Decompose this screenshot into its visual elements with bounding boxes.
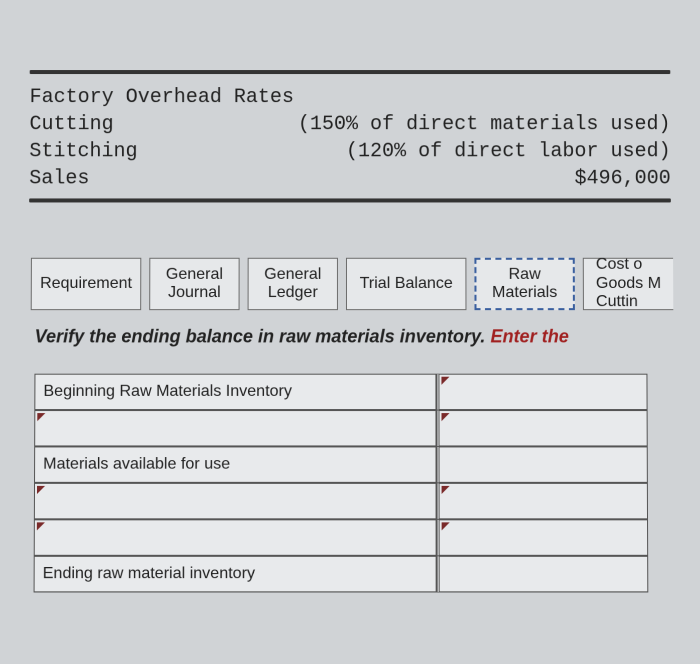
overhead-value: $496,000 [574,165,670,192]
tab-label: Goods M [596,275,661,294]
table-row: Materials available for use [34,446,658,482]
amount-cell[interactable] [437,519,649,555]
overhead-label: Cutting [29,111,113,138]
divider-bottom [29,198,671,202]
overhead-label: Sales [29,165,89,192]
tab-raw-materials[interactable]: Raw Materials [474,258,574,310]
tab-label: Ledger [264,284,321,303]
table-row [34,519,659,555]
input-cell[interactable] [34,483,437,519]
tab-label: Raw [492,265,557,284]
table-row [34,410,658,446]
table-row: Beginning Raw Materials Inventory [34,374,657,410]
row-label-available: Materials available for use [34,446,437,482]
tab-label: General [166,265,223,284]
tab-label: Materials [492,284,557,303]
input-cell[interactable] [34,410,436,446]
tab-bar: Requirement General Journal General Ledg… [29,258,700,310]
tab-cost-of-goods[interactable]: Cost o Goods M Cuttin [583,258,674,310]
overhead-label: Stitching [29,138,137,165]
overhead-title: Factory Overhead Rates [30,84,294,111]
tab-label: Requirement [40,275,132,294]
instruction-enter: Enter the [490,326,568,346]
amount-cell[interactable] [437,483,648,519]
input-cell[interactable] [34,519,437,555]
tab-label: Cost o [596,256,661,275]
amount-cell[interactable] [437,446,648,482]
tab-label: Cuttin [596,293,661,312]
row-label-ending: Ending raw material inventory [34,556,437,593]
overhead-row-sales: Sales $496,000 [29,165,671,192]
tab-requirement[interactable]: Requirement [31,258,142,310]
divider-top [30,70,671,74]
tab-general-journal[interactable]: General Journal [149,258,239,310]
table-row [34,483,658,519]
instruction-text: Verify the ending balance in raw materia… [35,326,700,347]
overhead-row-stitching: Stitching (120% of direct labor used) [29,138,670,165]
table-row: Ending raw material inventory [34,556,659,593]
amount-cell[interactable] [436,410,647,446]
tab-label: Trial Balance [360,275,453,294]
tab-label: General [264,265,321,284]
instruction-lead: Verify the ending balance in raw materia… [35,326,491,346]
tab-trial-balance[interactable]: Trial Balance [346,258,466,310]
overhead-value: (120% of direct labor used) [346,138,671,165]
worksheet-table: Beginning Raw Materials Inventory Materi… [34,374,659,593]
overhead-block: Factory Overhead Rates Cutting (150% of … [29,84,671,192]
row-label-beginning: Beginning Raw Materials Inventory [34,374,436,410]
amount-cell[interactable] [437,556,649,593]
overhead-value: (150% of direct materials used) [298,111,671,138]
overhead-row-cutting: Cutting (150% of direct materials used) [29,111,670,138]
tab-label: Journal [166,284,223,303]
amount-cell[interactable] [436,374,647,410]
tab-general-ledger[interactable]: General Ledger [248,258,338,310]
overhead-title-row: Factory Overhead Rates [30,84,671,111]
